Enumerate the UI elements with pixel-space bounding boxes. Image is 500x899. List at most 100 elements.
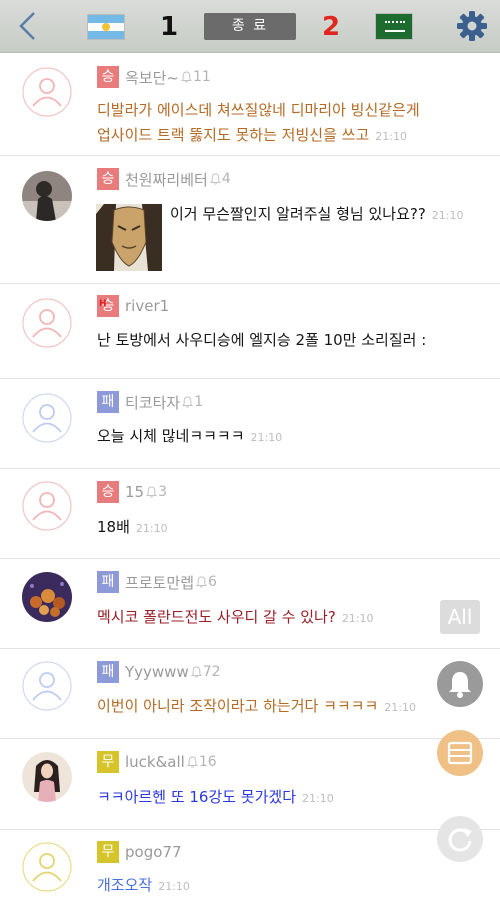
list-icon [447,741,473,765]
timestamp: 21:10 [135,522,168,535]
home-score: 1 [160,12,179,42]
nickname[interactable]: river1 [125,297,169,315]
result-badge: 패 [97,391,119,413]
timestamp: 21:10 [250,431,283,444]
comment-meta: 무 pogo77 [97,841,181,863]
bell-icon [146,486,158,498]
comment-text-line: 멕시코 폴란드전도 사우디 갈 수 있나? [97,608,336,626]
comment-meta: 승 15 3 [97,481,167,503]
like-count: 4 [221,171,231,187]
like-count: 16 [198,754,217,770]
comment-text: ㅋㅋ아르헨 또 16강도 못가겠다 21:10 [97,785,334,811]
default-avatar-icon [22,298,72,348]
comment-meta: 승 옥보단~ 11 [97,66,211,88]
menu-button[interactable] [437,730,483,776]
like-count: 3 [158,484,168,500]
user-avatar-photo [22,171,72,221]
comment-text-line: 이번이 아니라 조작이라고 하는거다 ㅋㅋㅋㅋ [97,697,379,715]
like-count: 11 [192,69,211,85]
bell-icon [180,71,192,83]
all-filter-button[interactable]: All [440,600,480,634]
comment-text-line: 업사이드 트랙 뚫지도 못하는 저빙신을 쓰고 [97,126,370,144]
result-badge: 승 [97,481,119,503]
timestamp: 21:10 [341,612,374,625]
default-avatar-icon [22,393,72,443]
bell-icon [190,666,202,678]
comment-meta: 무 luck&all 16 [97,751,217,773]
attached-image[interactable] [96,204,162,271]
timestamp: 21:10 [302,792,334,805]
nickname[interactable]: pogo77 [125,843,181,861]
like-count: 72 [202,664,221,680]
comment-row: 패 티코타자 1 오늘 시체 많네ㅋㅋㅋㅋ 21:10 [0,379,500,469]
refresh-icon [448,828,472,852]
nickname[interactable]: 티코타자 [125,392,180,413]
comment-text: 개조오작 21:10 [97,873,190,899]
comment-row: 승 천원짜리베터 4 이거 무슨짤인지 알려주실 형님 있나요?? 21:10 [0,156,500,284]
result-badge: 승 [97,66,119,88]
comment-meta: 승 천원짜리베터 4 [97,168,231,190]
comment-meta: 패 티코타자 1 [97,391,203,413]
nickname[interactable]: 옥보단~ [125,67,179,88]
refresh-button[interactable] [437,816,483,862]
comment-text: 이거 무슨짤인지 알려주실 형님 있나요?? 21:10 [170,202,464,228]
comment-text-line: 18배 [97,518,130,536]
result-badge: 패 [97,661,119,683]
like-count: 1 [194,394,204,410]
gear-icon[interactable] [455,9,489,43]
comment-row: 패 프로토만렙 6 멕시코 폴란드전도 사우디 갈 수 있나? 21:10 [0,559,500,649]
comment-text-line: 난 토방에서 사우디승에 엘지승 2폴 10만 소리질러 : [97,331,427,349]
comment-meta: 패 Yyywww 72 [97,661,221,683]
like-count: 6 [208,574,217,590]
default-avatar-icon [22,481,72,531]
result-badge: 승 [97,168,119,190]
result-badge: 패 [97,571,119,593]
default-avatar-icon [22,67,72,117]
comment-row: 승 15 3 18배 21:10 [0,469,500,559]
user-avatar-photo [22,572,72,622]
bell-icon [186,756,198,768]
nickname[interactable]: 천원짜리베터 [125,169,208,190]
comment-text: 오늘 시체 많네ㅋㅋㅋㅋ 21:10 [97,424,282,450]
comment-text: 디발라가 에이스데 쳐쓰질않네 디마리아 빙신같은게 업사이드 트랙 뚫지도 못… [97,98,420,149]
result-badge: 무 [97,751,119,773]
default-avatar-icon [22,661,72,711]
nickname[interactable]: 15 [125,483,144,501]
bell-icon [182,396,194,408]
user-avatar-photo [22,752,72,802]
timestamp: 21:10 [158,880,190,893]
comment-text-line: 이거 무슨짤인지 알려주실 형님 있나요?? [170,205,426,223]
bell-icon [209,173,221,185]
saudi-arabia-flag-icon [375,13,413,40]
nickname[interactable]: luck&all [125,753,185,771]
comment-text-line: 디발라가 에이스데 쳐쓰질않네 디마리아 빙신같은게 [97,101,420,119]
comment-row: 패 Yyywww 72 이번이 아니라 조작이라고 하는거다 ㅋㅋㅋㅋ 21:10 [0,649,500,739]
back-chevron-icon[interactable] [14,10,42,42]
comment-row: 무 luck&all 16 ㅋㅋ아르헨 또 16강도 못가겠다 21:10 [0,739,500,830]
argentina-flag-icon [87,14,125,40]
comment-text: 18배 21:10 [97,515,168,541]
comment-row: H 승 river1 난 토방에서 사우디승에 엘지승 2폴 10만 소리질러 … [0,284,500,379]
nickname[interactable]: 프로토만렙 [125,572,194,593]
match-header: 1 종 료 2 [0,0,500,53]
result-badge: H 승 [97,295,119,317]
timestamp: 21:10 [431,209,464,222]
comment-text-line: ㅋㅋ아르헨 또 16강도 못가겠다 [97,788,296,806]
timestamp: 21:10 [375,130,407,143]
comment-text: 멕시코 폴란드전도 사우디 갈 수 있나? 21:10 [97,605,374,631]
comment-text: 이번이 아니라 조작이라고 하는거다 ㅋㅋㅋㅋ 21:10 [97,694,416,720]
comment-meta: 패 프로토만렙 6 [97,571,217,593]
comment-text: 난 토방에서 사우디승에 엘지승 2폴 10만 소리질러 : [97,328,426,353]
timestamp: 21:10 [384,701,416,714]
nickname[interactable]: Yyywww [125,663,189,681]
comment-text-line: 개조오작 [97,876,153,894]
bell-icon [196,576,208,588]
comment-row: 무 pogo77 개조오작 21:10 [0,830,500,896]
notification-button[interactable] [437,661,483,707]
bell-icon [449,672,471,698]
badge-mark: H [99,299,107,309]
result-badge: 무 [97,841,119,863]
comment-text-line: 오늘 시체 많네ㅋㅋㅋㅋ [97,427,245,445]
match-end-button[interactable]: 종 료 [204,13,296,40]
comment-row: 승 옥보단~ 11 디발라가 에이스데 쳐쓰질않네 디마리아 빙신같은게 업사이… [0,53,500,156]
